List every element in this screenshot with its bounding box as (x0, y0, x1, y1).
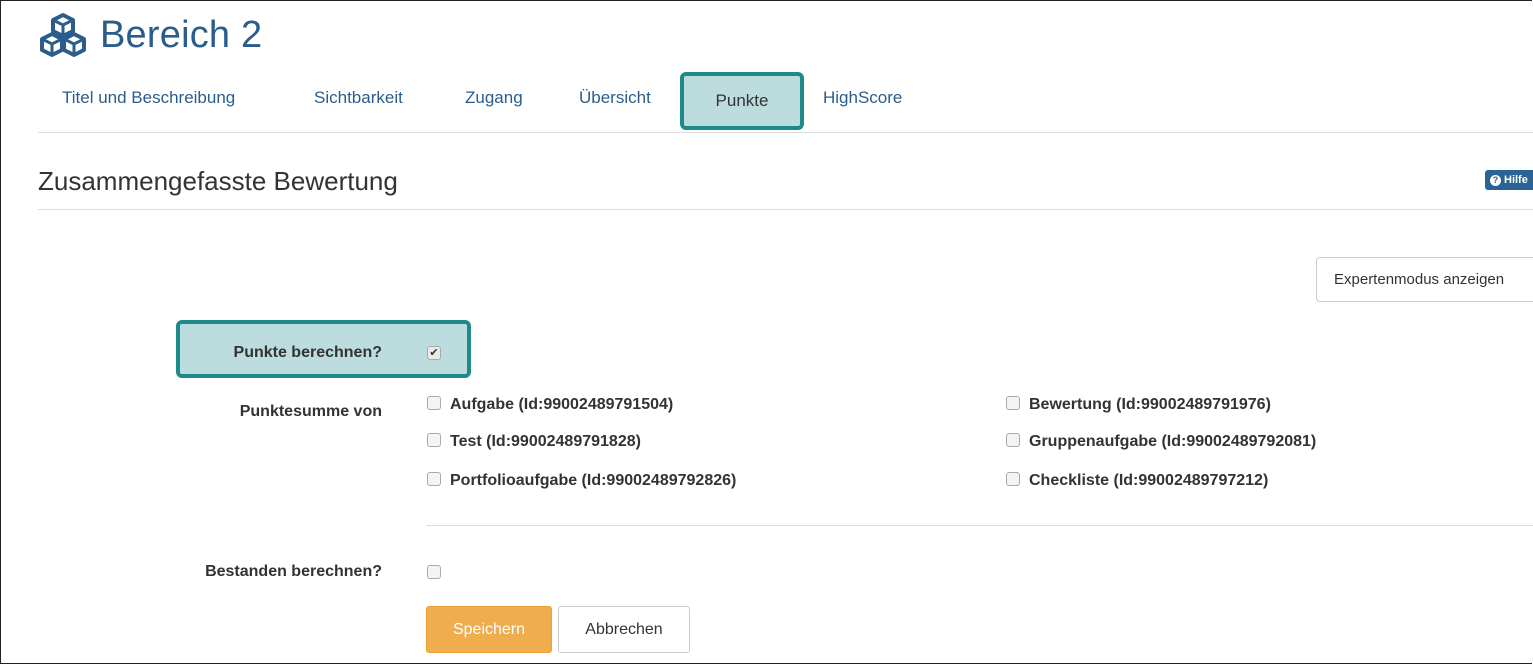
tab-highscore[interactable]: HighScore (823, 88, 902, 108)
option-label-gruppenaufgabe: Gruppenaufgabe (Id:99002489792081) (1029, 433, 1317, 450)
option-checkbox-test[interactable] (427, 433, 441, 447)
expert-mode-button[interactable]: Expertenmodus anzeigen (1316, 257, 1533, 302)
option-label-test: Test (Id:99002489791828) (450, 433, 641, 450)
cancel-button[interactable]: Abbrechen (558, 606, 690, 653)
option-checkbox-bewertung[interactable] (1006, 396, 1020, 410)
calc-passed-label: Bestanden berechnen? (205, 563, 382, 580)
option-checkbox-aufgabe[interactable] (427, 396, 441, 410)
calc-passed-checkbox[interactable] (427, 565, 441, 579)
calc-points-checkbox[interactable]: ✔ (427, 346, 441, 360)
section-divider (38, 209, 1533, 210)
tab-uebersicht[interactable]: Übersicht (579, 88, 651, 108)
option-checkbox-checkliste[interactable] (1006, 472, 1020, 486)
option-checkbox-gruppenaufgabe[interactable] (1006, 433, 1020, 447)
help-button[interactable]: ? Hilfe (1485, 170, 1533, 190)
cubes-icon (40, 13, 86, 57)
help-icon: ? (1490, 174, 1501, 186)
points-sum-label: Punktesumme von (239, 403, 382, 420)
tab-punkte[interactable]: Punkte (680, 72, 804, 130)
help-label: Hilfe (1504, 174, 1528, 186)
save-button[interactable]: Speichern (426, 606, 552, 653)
tab-zugang[interactable]: Zugang (465, 88, 523, 108)
calc-points-label: Punkte berechnen? (233, 344, 382, 361)
option-label-portfolioaufgabe: Portfolioaufgabe (Id:99002489792826) (450, 472, 737, 489)
options-divider (426, 525, 1533, 526)
page-title: Bereich 2 (100, 13, 263, 56)
section-title: Zusammengefasste Bewertung (38, 166, 398, 196)
option-checkbox-portfolioaufgabe[interactable] (427, 472, 441, 486)
option-label-aufgabe: Aufgabe (Id:99002489791504) (450, 396, 674, 413)
tab-sichtbarkeit[interactable]: Sichtbarkeit (314, 88, 403, 108)
option-label-checkliste: Checkliste (Id:99002489797212) (1029, 472, 1269, 489)
page-header: Bereich 2 (38, 12, 262, 58)
option-label-bewertung: Bewertung (Id:99002489791976) (1029, 396, 1271, 413)
tab-titel-und-beschreibung[interactable]: Titel und Beschreibung (62, 88, 235, 108)
tab-bar: Titel und Beschreibung Sichtbarkeit Zuga… (38, 72, 1533, 133)
